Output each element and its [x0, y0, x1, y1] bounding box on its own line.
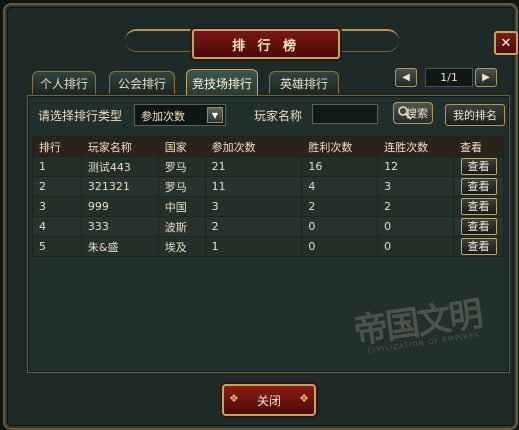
cell-view: 查看 — [453, 176, 504, 197]
cell-join-count: 3 — [204, 196, 303, 217]
ornament-left-icon: ❖ — [229, 392, 239, 405]
my-rank-button[interactable]: 我的排名 — [445, 104, 505, 126]
view-button[interactable]: 查看 — [460, 238, 497, 255]
view-button[interactable]: 查看 — [460, 158, 497, 175]
type-select-label: 请选择排行类型 — [38, 109, 123, 123]
ranking-type-select[interactable]: 参加次数 ▼ — [134, 104, 226, 126]
cell-rank: 5 — [32, 236, 82, 257]
table-row: 2 321321 罗马 11 4 3 查看 — [32, 176, 504, 197]
cell-country: 波斯 — [157, 216, 206, 237]
cell-view: 查看 — [453, 236, 504, 257]
close-icon[interactable]: ✕ — [494, 31, 518, 55]
cell-join-count: 2 — [204, 216, 303, 237]
cell-country: 埃及 — [157, 236, 206, 257]
cell-rank: 2 — [32, 176, 82, 197]
cell-win-count: 4 — [301, 176, 379, 197]
ranking-type-value: 参加次数 — [141, 110, 185, 123]
close-button[interactable]: ❖ 关闭 ❖ — [222, 384, 316, 416]
title-ornament-left — [125, 29, 195, 52]
prev-page-button[interactable]: ◀ — [395, 68, 417, 87]
player-name-input[interactable] — [312, 104, 378, 124]
tab-hero-ranking[interactable]: 英雄排行 — [269, 71, 339, 94]
header-rank: 排行 — [32, 136, 82, 157]
cell-country: 中国 — [157, 196, 206, 217]
cell-join-count: 21 — [204, 156, 303, 177]
cell-view: 查看 — [453, 196, 504, 217]
table-row: 4 333 波斯 2 0 0 查看 — [32, 216, 504, 237]
page-indicator: 1/1 — [425, 68, 473, 87]
cell-join-count: 1 — [204, 236, 303, 257]
cell-rank: 1 — [32, 156, 82, 177]
table-header-row: 排行 玩家名称 国家 参加次数 胜利次数 连胜次数 查看 — [32, 136, 504, 157]
view-button[interactable]: 查看 — [460, 198, 497, 215]
cell-win-count: 2 — [301, 196, 379, 217]
header-view: 查看 — [453, 136, 504, 157]
cell-rank: 4 — [32, 216, 82, 237]
chevron-right-icon: ▶ — [482, 72, 490, 83]
header-player-name: 玩家名称 — [80, 136, 159, 157]
chevron-down-icon: ▼ — [207, 107, 223, 123]
chevron-left-icon: ◀ — [402, 72, 410, 83]
cell-win-streak: 3 — [377, 176, 455, 197]
cell-player-name: 朱&盛 — [80, 236, 159, 257]
cell-view: 查看 — [453, 156, 504, 177]
cell-player-name: 321321 — [80, 176, 159, 197]
header-country: 国家 — [157, 136, 206, 157]
table-row: 5 朱&盛 埃及 1 0 0 查看 — [32, 236, 504, 257]
cell-country: 罗马 — [157, 156, 206, 177]
cell-join-count: 11 — [204, 176, 303, 197]
table-row: 3 999 中国 3 2 2 查看 — [32, 196, 504, 217]
ranking-panel: 请选择排行类型 参加次数 ▼ 玩家名称 搜索 我的排名 排行 玩家名称 国家 参… — [27, 95, 510, 373]
cell-win-count: 0 — [301, 236, 379, 257]
search-button[interactable]: 搜索 — [393, 102, 433, 124]
cell-win-streak: 0 — [377, 236, 455, 257]
ornament-right-icon: ❖ — [299, 392, 309, 405]
ranking-table: 排行 玩家名称 国家 参加次数 胜利次数 连胜次数 查看 1 测试443 罗马 … — [32, 136, 504, 257]
table-row: 1 测试443 罗马 21 16 12 查看 — [32, 156, 504, 177]
cell-player-name: 测试443 — [80, 156, 159, 177]
view-button[interactable]: 查看 — [460, 178, 497, 195]
cell-win-count: 0 — [301, 216, 379, 237]
cell-win-streak: 0 — [377, 216, 455, 237]
tab-personal-ranking[interactable]: 个人排行 — [32, 71, 96, 94]
cell-player-name: 333 — [80, 216, 159, 237]
header-win-streak: 连胜次数 — [377, 136, 455, 157]
header-win-count: 胜利次数 — [301, 136, 379, 157]
cell-win-streak: 2 — [377, 196, 455, 217]
search-icon — [398, 106, 412, 120]
tab-arena-ranking[interactable]: 竞技场排行 — [186, 69, 258, 97]
header-join-count: 参加次数 — [204, 136, 303, 157]
cell-rank: 3 — [32, 196, 82, 217]
cell-country: 罗马 — [157, 176, 206, 197]
player-name-label: 玩家名称 — [254, 109, 303, 123]
cell-win-count: 16 — [301, 156, 379, 177]
view-button[interactable]: 查看 — [460, 218, 497, 235]
window-title: 排 行 榜 — [192, 29, 340, 59]
cell-win-streak: 12 — [377, 156, 455, 177]
cell-player-name: 999 — [80, 196, 159, 217]
next-page-button[interactable]: ▶ — [475, 68, 497, 87]
cell-view: 查看 — [453, 216, 504, 237]
tab-guild-ranking[interactable]: 公会排行 — [109, 71, 175, 94]
ranking-window: 排 行 榜 ✕ 个人排行 公会排行 竞技场排行 英雄排行 ◀ 1/1 ▶ 请选择… — [3, 3, 518, 430]
close-button-label: 关闭 — [256, 393, 281, 408]
